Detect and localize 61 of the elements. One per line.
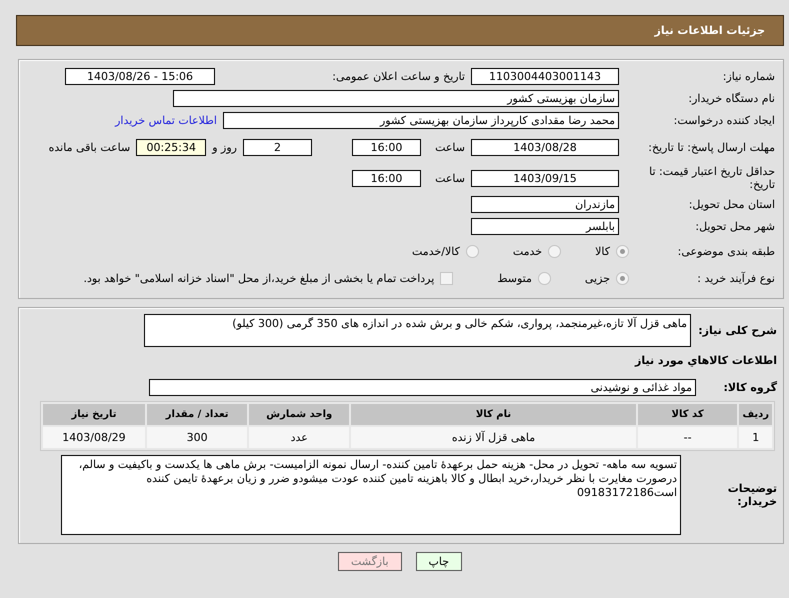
table-cell: ماهی قزل آلا زنده (351, 427, 636, 448)
radio-button[interactable] (538, 272, 551, 284)
column-header: واحد شمارش (249, 404, 350, 425)
goods-group-field: مواد غذائی و نوشیدنی (149, 379, 696, 396)
field-label: گروه کالا: (722, 381, 777, 394)
province-field: مازندران (471, 196, 619, 213)
table-cell: 300 (146, 427, 248, 448)
field-label: تاریخ و ساعت اعلان عمومی: (331, 70, 465, 83)
field-label: نام دستگاه خریدار: (687, 92, 775, 105)
field-label: توضیحات خریدار: (726, 482, 777, 508)
days-field: 2 (243, 138, 312, 156)
requester-field: محمد رضا مقدادی کارپرداز سازمان بهزیستی کشور (223, 112, 619, 129)
time-label: ساعت (434, 172, 465, 184)
column-header: کد کالا (638, 404, 738, 425)
column-header: تعداد / مقدار (146, 404, 248, 425)
radio-button[interactable] (616, 272, 629, 284)
field-label: استان محل تحویل: (688, 198, 775, 211)
contact-link[interactable]: اطلاعات تماس خریدار (115, 114, 217, 127)
field-label: شماره نیاز: (722, 70, 775, 83)
field-label: حداقل تاریخ اعتبار قیمت: تا تاریخ: (648, 165, 775, 191)
time-label: ساعت (434, 140, 465, 154)
remaining-time-field: 00:25:34 (136, 138, 206, 156)
table-cell: 1403/08/29 (43, 427, 145, 448)
section-title: اطلاعات کالاهاي مورد نياز (635, 354, 777, 367)
need-number-field: 1103004403001143 (471, 68, 619, 85)
radio-button[interactable] (616, 244, 629, 258)
field-label: شرح کلی نیاز: (697, 324, 777, 337)
buyer-notes-area[interactable]: تسویه سه ماهه- تحویل در محل- هزینه حمل برعهدۀ تامین کننده- ارسال نمونه الزامیست- برش ماهی ها یکدست و باکیفیت و سالم، درصورت مغایرت با نظر خریدار،خرید ابطال و کالا باهزینه تامین کننده عودت میشودو ضرر و زیان برعهدۀ تایمن کننده است09183172186 (61, 455, 681, 535)
option-label: جزیی (584, 272, 610, 284)
date-field: 1403/08/28 (471, 138, 619, 156)
page-title: جزئیات اطلاعات نیاز (654, 24, 765, 37)
back-button[interactable]: بازگشت (338, 552, 402, 571)
buyer-org-field: سازمان بهزیستی کشور (173, 90, 619, 107)
option-label: متوسط (497, 272, 532, 284)
column-header: نام کالا (351, 404, 636, 425)
print-button[interactable]: چاپ (416, 552, 462, 571)
remaining-label: ساعت باقی مانده (48, 140, 130, 154)
days-label: روز و (212, 140, 237, 154)
time-field: 16:00 (352, 170, 421, 186)
checkbox-label: پرداخت تمام یا بخشی از مبلغ خرید،از محل "اسناد خزانه اسلامی" خواهد بود. (84, 272, 434, 284)
table-cell: -- (638, 427, 738, 448)
announce-date-field: 1403/08/26 - 15:06 (65, 68, 215, 85)
time-field: 16:00 (352, 138, 421, 156)
field-label: ایجاد کننده درخواست: (672, 114, 775, 127)
option-label: کالا (595, 244, 610, 258)
field-label: مهلت ارسال پاسخ: تا تاریخ: (647, 140, 775, 154)
field-label: طبقه بندی موضوعی: (676, 244, 775, 258)
table-cell: عدد (249, 427, 350, 448)
option-label: خدمت (512, 244, 542, 258)
option-label: کالا/خدمت (412, 244, 460, 258)
description-area[interactable]: ماهی قزل آلا تازه،غیرمنجمد، پرواری، شکم خالی و برش شده در اندازه های 350 گرمی (300 کیلو) (144, 314, 691, 347)
checkbox[interactable] (440, 272, 454, 284)
table-cell: 1 (739, 427, 772, 448)
column-header: ردیف (739, 404, 772, 425)
field-label: نوع فرآیند خرید : (696, 272, 775, 284)
date-field: 1403/09/15 (471, 170, 619, 186)
radio-button[interactable] (548, 244, 562, 258)
radio-button[interactable] (466, 244, 479, 258)
field-label: شهر محل تحویل: (694, 220, 775, 233)
city-field: بابلسر (471, 218, 619, 235)
column-header: تاریخ نیاز (43, 404, 145, 425)
